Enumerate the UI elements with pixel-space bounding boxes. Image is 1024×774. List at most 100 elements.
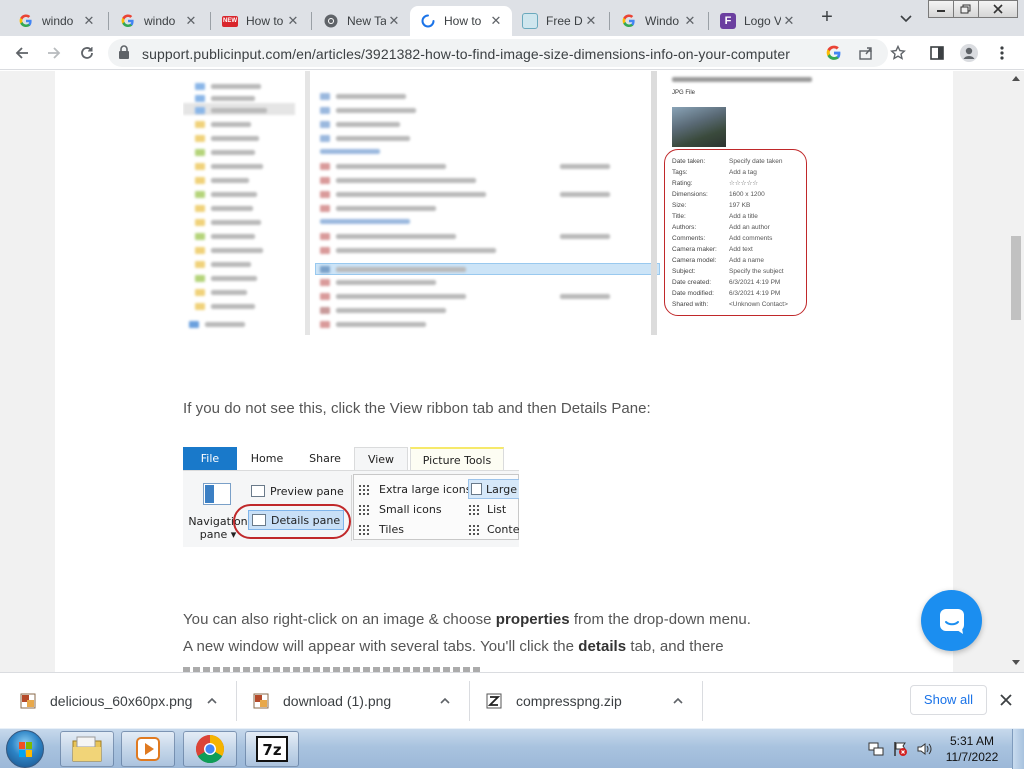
download-separator bbox=[236, 681, 237, 721]
bold-text: properties bbox=[495, 611, 570, 628]
page-viewport[interactable]: JPG File Date taken: Specify date taken Ta… bbox=[0, 71, 1008, 672]
tab-separator bbox=[708, 12, 709, 30]
navigation-pane-icon bbox=[203, 483, 231, 505]
action-center-flag-icon[interactable] bbox=[892, 741, 908, 757]
text-run: You can also right-click on an image & c… bbox=[183, 611, 496, 628]
google-g-icon bbox=[621, 13, 637, 29]
menu-kebab-icon[interactable] bbox=[990, 41, 1014, 65]
detail-row: Date taken: Specify date taken bbox=[672, 157, 782, 166]
scroll-down-arrow-icon[interactable] bbox=[1012, 660, 1020, 665]
tab-strip: windo ✕ windo ✕ NEW How to ✕ New Ta ✕ Ho… bbox=[0, 0, 1024, 36]
detail-key: Dimensions: bbox=[672, 191, 708, 198]
window-close-button[interactable] bbox=[978, 0, 1018, 18]
vertical-scrollbar[interactable] bbox=[1008, 71, 1024, 672]
clock-date[interactable]: 11/7/2022 bbox=[942, 750, 1002, 764]
detail-value: Add an author bbox=[729, 224, 770, 231]
tab-search-chevron-icon[interactable] bbox=[896, 8, 916, 28]
tab-1[interactable]: windo ✕ bbox=[8, 6, 105, 36]
tiles-label: Tiles bbox=[379, 522, 404, 536]
detail-row: Camera maker: Add text bbox=[672, 245, 753, 254]
taskbar-chrome[interactable] bbox=[183, 731, 237, 767]
close-icon[interactable] bbox=[997, 691, 1015, 709]
close-icon[interactable]: ✕ bbox=[488, 13, 504, 29]
network-icon[interactable] bbox=[868, 741, 884, 757]
volume-icon[interactable] bbox=[916, 741, 932, 757]
paragraph-line: You can also right-click on an image & c… bbox=[183, 611, 751, 628]
taskbar-media-player[interactable] bbox=[121, 731, 175, 767]
chrome-icon bbox=[323, 13, 339, 29]
minimize-button[interactable] bbox=[928, 0, 954, 18]
large-icons-icon bbox=[471, 483, 483, 495]
small-icons-option: Small icons bbox=[358, 499, 442, 519]
detail-row: Rating: ☆☆☆☆☆ bbox=[672, 179, 758, 188]
profile-avatar-icon[interactable] bbox=[957, 41, 981, 65]
detail-key: Authors: bbox=[672, 224, 697, 231]
taskbar-7zip[interactable]: 7z bbox=[245, 731, 299, 767]
detail-key: Date created: bbox=[672, 279, 712, 286]
tab-8[interactable]: F Logo V ✕ bbox=[710, 6, 805, 36]
tab-title: How to bbox=[444, 14, 482, 28]
detail-key: Subject: bbox=[672, 268, 696, 275]
tab-3[interactable]: NEW How to ✕ bbox=[212, 6, 309, 36]
ribbon-tab-view: View bbox=[354, 447, 408, 470]
chevron-up-icon[interactable] bbox=[672, 695, 684, 707]
highlight-oval bbox=[233, 504, 351, 539]
tab-4[interactable]: New Ta ✕ bbox=[313, 6, 410, 36]
share-icon[interactable] bbox=[854, 41, 878, 65]
tab-2[interactable]: windo ✕ bbox=[110, 6, 207, 36]
close-icon[interactable]: ✕ bbox=[81, 13, 97, 29]
close-icon[interactable]: ✕ bbox=[183, 13, 199, 29]
detail-key: Camera maker: bbox=[672, 246, 717, 253]
side-panel-icon[interactable] bbox=[925, 41, 949, 65]
chat-launcher-button[interactable] bbox=[921, 590, 982, 651]
scroll-thumb[interactable] bbox=[1011, 236, 1021, 320]
browser-toolbar: support.publicinput.com/en/articles/3921… bbox=[0, 36, 1024, 70]
start-button[interactable] bbox=[6, 730, 44, 768]
google-g-icon bbox=[18, 13, 34, 29]
detail-value: ☆☆☆☆☆ bbox=[729, 180, 759, 187]
show-all-button[interactable]: Show all bbox=[910, 685, 987, 715]
explorer-screenshot: JPG File Date taken: Specify date taken Ta… bbox=[183, 71, 823, 335]
svg-text:7z: 7z bbox=[262, 741, 281, 759]
show-desktop-button[interactable] bbox=[1012, 729, 1024, 769]
forward-button[interactable] bbox=[42, 41, 66, 65]
close-icon[interactable]: ✕ bbox=[781, 13, 797, 29]
ribbon-tab-home: Home bbox=[250, 452, 284, 465]
scroll-up-arrow-icon[interactable] bbox=[1012, 76, 1020, 81]
new-tab-button[interactable]: + bbox=[815, 6, 839, 30]
detail-value: Specify the subject bbox=[729, 268, 784, 275]
png-file-icon bbox=[253, 693, 269, 709]
bookmark-star-icon[interactable] bbox=[886, 41, 910, 65]
tab-7[interactable]: Windo ✕ bbox=[611, 6, 706, 36]
ribbon-tab-file: File bbox=[183, 447, 237, 470]
reload-button[interactable] bbox=[75, 41, 99, 65]
purple-f-icon: F bbox=[720, 13, 736, 29]
close-icon[interactable]: ✕ bbox=[583, 13, 599, 29]
download-item[interactable]: download (1).png bbox=[253, 679, 458, 723]
close-icon[interactable]: ✕ bbox=[285, 13, 301, 29]
google-lens-icon[interactable] bbox=[822, 41, 846, 65]
lock-icon[interactable] bbox=[118, 45, 130, 65]
close-icon[interactable]: ✕ bbox=[682, 13, 698, 29]
clock-time[interactable]: 5:31 AM bbox=[942, 734, 1002, 748]
close-icon[interactable]: ✕ bbox=[386, 13, 402, 29]
text-run: tab, and there bbox=[626, 638, 724, 655]
tab-5-active[interactable]: How to ✕ bbox=[410, 6, 512, 36]
chrome-icon bbox=[196, 735, 224, 763]
back-button[interactable] bbox=[10, 41, 34, 65]
address-bar[interactable]: support.publicinput.com/en/articles/3921… bbox=[108, 39, 888, 67]
google-g-icon bbox=[120, 13, 136, 29]
chevron-up-icon[interactable] bbox=[206, 695, 218, 707]
tab-6[interactable]: Free D ✕ bbox=[512, 6, 607, 36]
download-item[interactable]: delicious_60x60px.png bbox=[20, 679, 225, 723]
taskbar-explorer[interactable] bbox=[60, 731, 114, 767]
content-option: Conte bbox=[468, 519, 519, 539]
chevron-up-icon[interactable] bbox=[439, 695, 451, 707]
download-item[interactable]: compresspng.zip bbox=[486, 679, 691, 723]
detail-key: Rating: bbox=[672, 180, 693, 187]
detail-key: Camera model: bbox=[672, 257, 717, 264]
chat-bubble-icon bbox=[939, 608, 964, 634]
restore-button[interactable] bbox=[953, 0, 979, 18]
url-text[interactable]: support.publicinput.com/en/articles/3921… bbox=[142, 46, 790, 62]
text-run: A new window will appear with several ta… bbox=[183, 638, 579, 655]
